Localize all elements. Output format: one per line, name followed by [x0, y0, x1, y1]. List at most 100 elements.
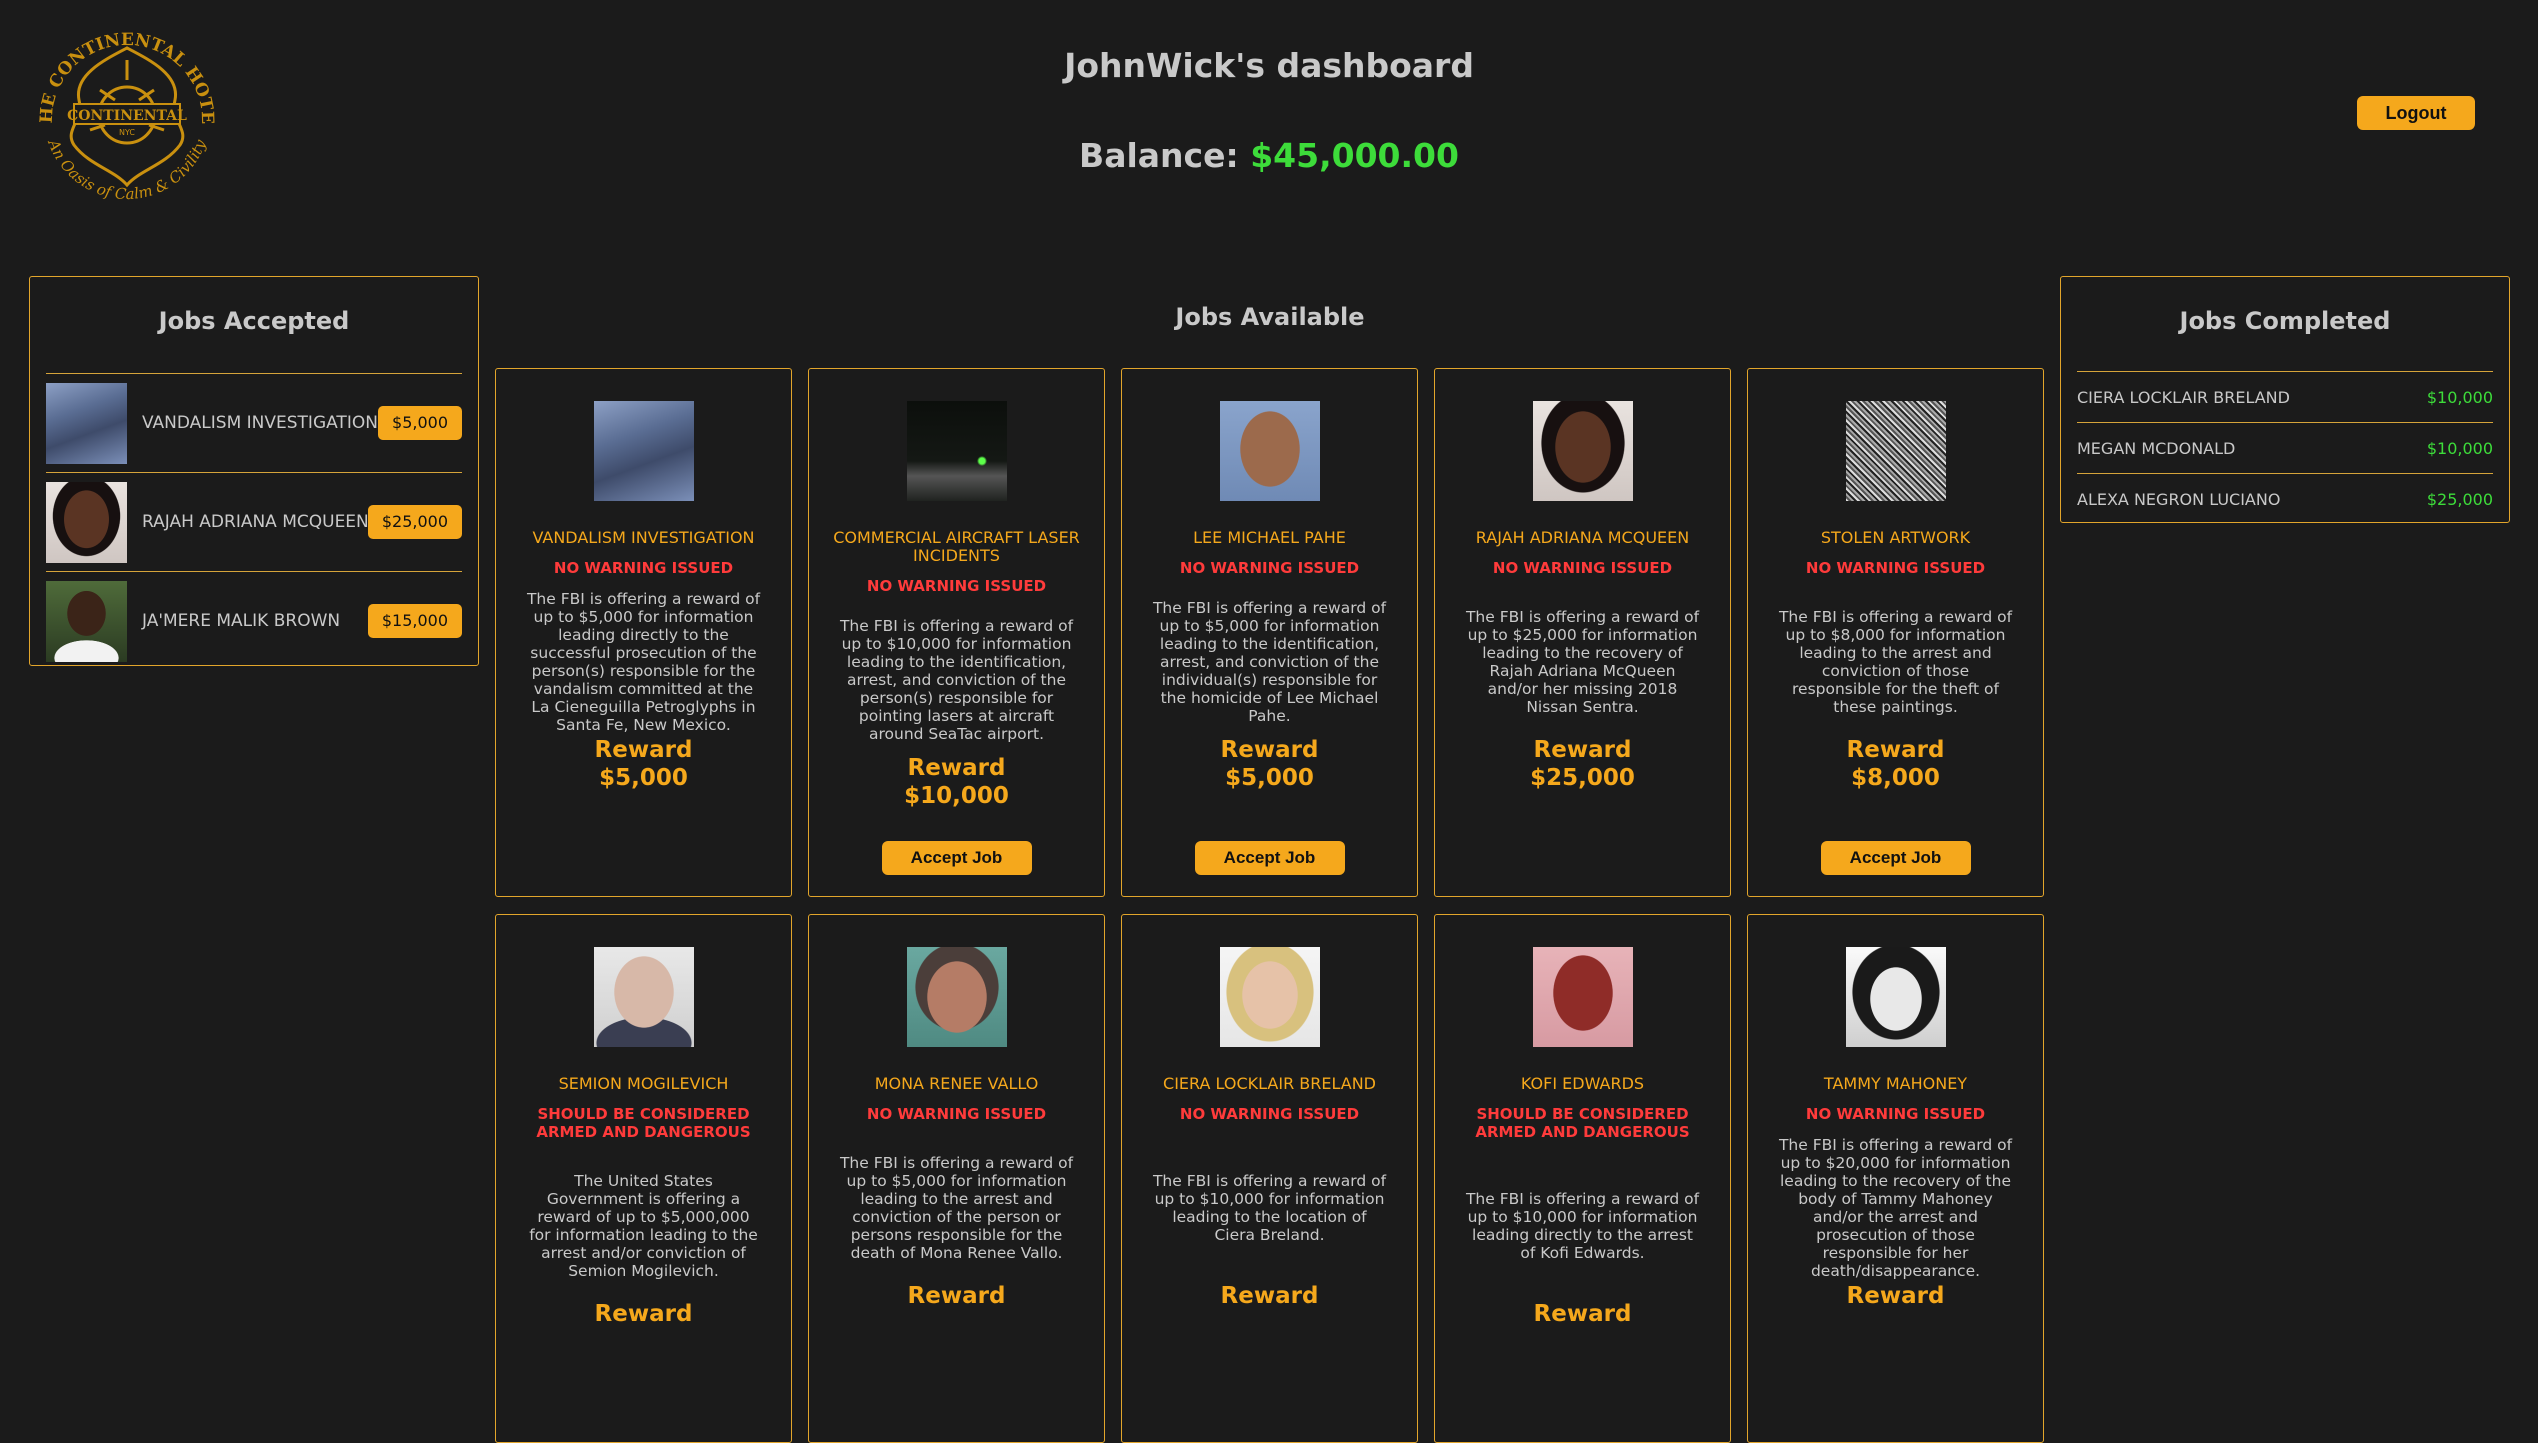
- job-thumbnail: [46, 581, 127, 662]
- reward-label: Reward: [1220, 737, 1319, 763]
- reward-label: Reward: [907, 755, 1006, 781]
- job-card-warning: SHOULD BE CONSIDERED ARMED AND DANGEROUS: [536, 1105, 751, 1141]
- job-photo: [593, 947, 694, 1047]
- completed-job-name: ALEXA NEGRON LUCIANO: [2077, 490, 2281, 509]
- job-card-description-wrap: The FBI is offering a reward of up to $5…: [1138, 577, 1401, 732]
- job-thumbnail: [46, 383, 127, 464]
- job-card-title: LEE MICHAEL PAHE: [1193, 528, 1346, 547]
- job-card-warning: NO WARNING ISSUED: [866, 577, 1047, 595]
- job-card-description-wrap: The FBI is offering a reward of up to $5…: [512, 577, 775, 734]
- page-title: JohnWick's dashboard: [1064, 46, 1474, 85]
- reward-amount: $5,000: [1225, 765, 1314, 791]
- job-card-title: KOFI EDWARDS: [1520, 1074, 1645, 1093]
- job-card: CIERA LOCKLAIR BRELAND NO WARNING ISSUED T…: [1121, 914, 1418, 1443]
- job-card-warning: NO WARNING ISSUED: [1179, 559, 1360, 577]
- reward-label: Reward: [594, 1301, 693, 1327]
- balance-value: $45,000.00: [1250, 136, 1459, 175]
- job-photo: [906, 947, 1007, 1047]
- job-card-description-wrap: The FBI is offering a reward of up to $1…: [825, 595, 1088, 750]
- job-card-title: COMMERCIAL AIRCRAFT LASER INCIDENTS: [833, 528, 1080, 565]
- reward-badge: $15,000: [367, 604, 462, 638]
- job-card-description: The FBI is offering a reward of up to $5…: [1152, 598, 1387, 725]
- job-card-warning: NO WARNING ISSUED: [866, 1105, 1047, 1123]
- accept-job-button[interactable]: Accept Job: [1820, 841, 1971, 875]
- job-card-warning: NO WARNING ISSUED: [1805, 559, 1986, 577]
- job-card-description: The FBI is offering a reward of up to $1…: [1152, 1171, 1387, 1244]
- job-card: LEE MICHAEL PAHE NO WARNING ISSUED The FBI…: [1121, 368, 1418, 897]
- job-photo: [593, 401, 694, 501]
- job-card-title: SEMION MOGILEVICH: [558, 1074, 729, 1093]
- reward-label: Reward: [1846, 1283, 1945, 1309]
- reward-label: Reward: [1846, 737, 1945, 763]
- job-card: VANDALISM INVESTIGATION NO WARNING ISSUED…: [495, 368, 792, 897]
- job-card: TAMMY MAHONEY NO WARNING ISSUED The FBI is…: [1747, 914, 2044, 1443]
- jobs-accepted-list: VANDALISM INVESTIGATION $5,000 RAJAH ADR…: [46, 373, 462, 670]
- list-item[interactable]: VANDALISM INVESTIGATION $5,000: [46, 373, 462, 472]
- jobs-completed-list: CIERA LOCKLAIR BRELAND $10,000 MEGAN MCD…: [2077, 371, 2493, 524]
- job-card-description-wrap: The FBI is offering a reward of up to $1…: [1451, 1141, 1714, 1296]
- reward-amount: $25,000: [1530, 765, 1635, 791]
- balance-label: Balance:: [1079, 136, 1239, 175]
- logout-button[interactable]: Logout: [2357, 96, 2475, 130]
- completed-job-amount: $10,000: [2426, 439, 2493, 458]
- job-card-description-wrap: The United States Government is offering…: [512, 1141, 775, 1296]
- job-photo: [1532, 401, 1633, 501]
- job-card-warning: NO WARNING ISSUED: [1179, 1105, 1360, 1123]
- job-photo: [1845, 401, 1946, 501]
- job-card-title: VANDALISM INVESTIGATION: [532, 528, 755, 547]
- jobs-completed-panel: Jobs Completed CIERA LOCKLAIR BRELAND $1…: [2060, 276, 2510, 523]
- accept-job-button[interactable]: Accept Job: [881, 841, 1032, 875]
- job-name: VANDALISM INVESTIGATION: [142, 413, 378, 433]
- reward-badge: $25,000: [367, 505, 462, 539]
- job-card: RAJAH ADRIANA MCQUEEN NO WARNING ISSUED Th…: [1434, 368, 1731, 897]
- job-card-description: The FBI is offering a reward of up to $1…: [839, 616, 1074, 743]
- reward-amount: $8,000: [1851, 765, 1940, 791]
- job-thumbnail: [46, 482, 127, 563]
- job-card-description-wrap: The FBI is offering a reward of up to $5…: [825, 1123, 1088, 1278]
- list-item[interactable]: JA'MERE MALIK BROWN $15,000: [46, 571, 462, 670]
- job-card: COMMERCIAL AIRCRAFT LASER INCIDENTS NO WA…: [808, 368, 1105, 897]
- jobs-available-grid: VANDALISM INVESTIGATION NO WARNING ISSUED…: [495, 368, 2045, 1443]
- job-photo: [906, 401, 1007, 501]
- completed-job-name: CIERA LOCKLAIR BRELAND: [2077, 388, 2290, 407]
- job-card-warning: NO WARNING ISSUED: [553, 559, 734, 577]
- jobs-accepted-panel: Jobs Accepted VANDALISM INVESTIGATION $5…: [29, 276, 479, 666]
- job-name: JA'MERE MALIK BROWN: [142, 611, 341, 631]
- balance-display: Balance: $45,000.00: [0, 136, 2538, 175]
- job-photo: [1532, 947, 1633, 1047]
- job-card-warning: NO WARNING ISSUED: [1492, 559, 1673, 577]
- svg-text:CONTINENTAL: CONTINENTAL: [67, 108, 187, 124]
- reward-label: Reward: [1220, 1283, 1319, 1309]
- list-item: CIERA LOCKLAIR BRELAND $10,000: [2077, 371, 2493, 422]
- reward-label: Reward: [907, 1283, 1006, 1309]
- reward-label: Reward: [1533, 737, 1632, 763]
- reward-amount: $10,000: [904, 783, 1009, 809]
- job-card: MONA RENEE VALLO NO WARNING ISSUED The FBI…: [808, 914, 1105, 1443]
- job-photo: [1219, 947, 1320, 1047]
- job-card: KOFI EDWARDS SHOULD BE CONSIDERED ARMED A…: [1434, 914, 1731, 1443]
- jobs-completed-title: Jobs Completed: [2179, 307, 2391, 335]
- reward-amount: $5,000: [599, 765, 688, 791]
- jobs-accepted-title: Jobs Accepted: [158, 307, 350, 335]
- job-card-description: The FBI is offering a reward of up to $5…: [526, 589, 761, 734]
- list-item[interactable]: RAJAH ADRIANA MCQUEEN $25,000: [46, 472, 462, 571]
- reward-label: Reward: [594, 737, 693, 763]
- job-card-title: STOLEN ARTWORK: [1820, 528, 1971, 547]
- job-card-description: The FBI is offering a reward of up to $1…: [1465, 1189, 1700, 1262]
- job-card-description: The United States Government is offering…: [529, 1171, 758, 1280]
- job-card-warning: SHOULD BE CONSIDERED ARMED AND DANGEROUS: [1475, 1105, 1690, 1141]
- job-card-description-wrap: The FBI is offering a reward of up to $2…: [1764, 1123, 2027, 1280]
- job-name: RAJAH ADRIANA MCQUEEN: [142, 512, 369, 532]
- job-card-description: The FBI is offering a reward of up to $5…: [839, 1153, 1074, 1262]
- job-card-title: RAJAH ADRIANA MCQUEEN: [1475, 528, 1690, 547]
- list-item: ALEXA NEGRON LUCIANO $25,000: [2077, 473, 2493, 524]
- job-card-title: MONA RENEE VALLO: [874, 1074, 1039, 1093]
- accept-job-button[interactable]: Accept Job: [1194, 841, 1345, 875]
- job-card-description: The FBI is offering a reward of up to $8…: [1778, 607, 2013, 716]
- job-card-description-wrap: The FBI is offering a reward of up to $8…: [1764, 577, 2027, 732]
- job-card: STOLEN ARTWORK NO WARNING ISSUED The FBI i…: [1747, 368, 2044, 897]
- reward-label: Reward: [1533, 1301, 1632, 1327]
- completed-job-name: MEGAN MCDONALD: [2077, 439, 2236, 458]
- job-card-description: The FBI is offering a reward of up to $2…: [1778, 1135, 2013, 1280]
- jobs-available-title: Jobs Available: [1175, 303, 1365, 331]
